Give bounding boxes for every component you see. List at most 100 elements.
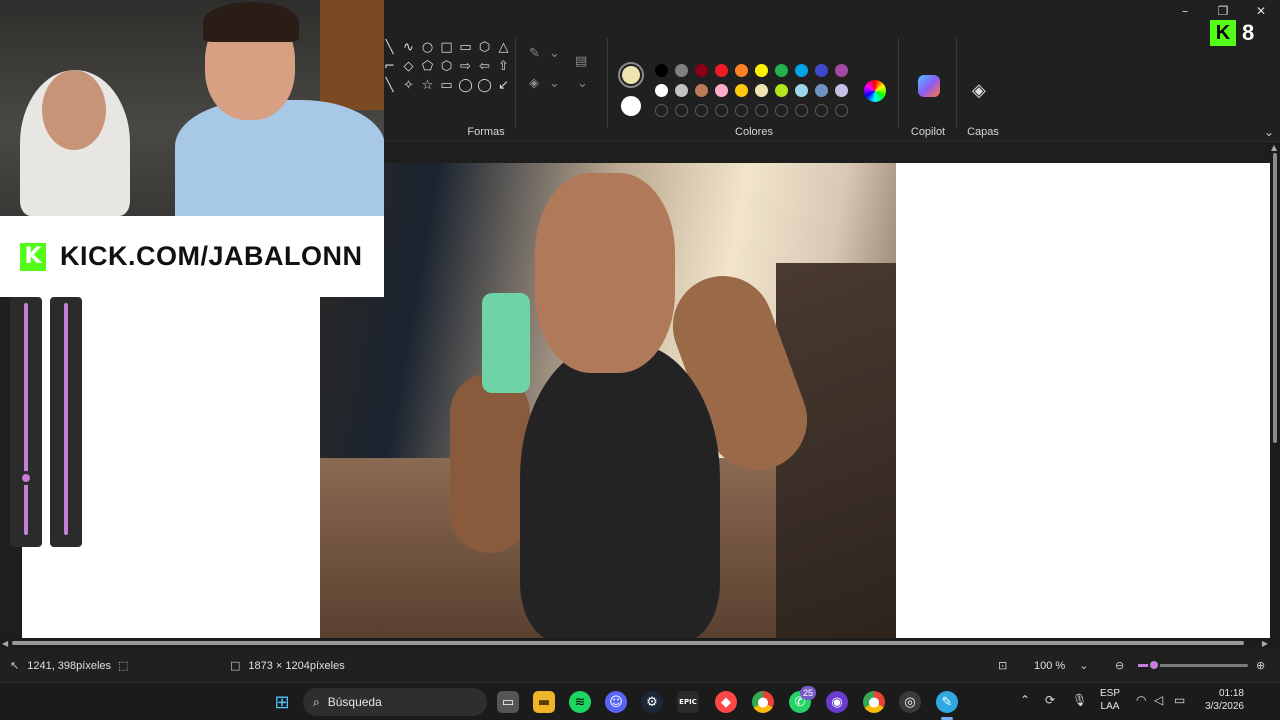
close-button[interactable]: ✕ — [1242, 0, 1280, 22]
custom-color-slot[interactable] — [775, 104, 788, 117]
color-swatch[interactable] — [795, 64, 808, 77]
color-swatch[interactable] — [655, 84, 668, 97]
zoom-dropdown[interactable]: 100 % ⌄ — [1034, 659, 1096, 672]
app-icon[interactable]: ◉ — [826, 691, 848, 713]
epic-games-icon[interactable]: EPIC — [677, 691, 699, 713]
custom-color-slot[interactable] — [835, 104, 848, 117]
chevron-down-icon[interactable]: ⌄ — [577, 76, 588, 91]
zoom-out-button[interactable]: ⊖ — [1115, 659, 1132, 672]
color-swatch[interactable] — [735, 64, 748, 77]
chevron-down-icon[interactable]: ⌄ — [549, 76, 560, 91]
color-swatch[interactable] — [755, 84, 768, 97]
windows-start-icon[interactable]: ⊞ — [271, 691, 293, 713]
zoom-in-icon[interactable]: ⊕ — [1256, 659, 1265, 672]
shape-item[interactable]: ⇨ — [456, 57, 475, 76]
shape-item[interactable]: ⬡ — [475, 38, 494, 57]
color-swatch[interactable] — [835, 64, 848, 77]
outline-icon[interactable]: ✎ — [529, 46, 540, 61]
spotify-icon[interactable]: ≋ — [569, 691, 591, 713]
fit-icon[interactable]: ⊡ — [998, 659, 1007, 672]
discord-icon[interactable]: ☺ — [605, 691, 627, 713]
shape-item[interactable]: ⇧ — [494, 57, 513, 76]
minimize-button[interactable]: – — [1166, 0, 1204, 22]
custom-color-slot[interactable] — [675, 104, 688, 117]
color-swatch[interactable] — [815, 64, 828, 77]
horizontal-scrollbar[interactable]: ◀ ▶ — [0, 638, 1270, 648]
custom-color-slot[interactable] — [695, 104, 708, 117]
custom-color-slot[interactable] — [795, 104, 808, 117]
zoom-slider[interactable] — [1138, 659, 1248, 671]
clock[interactable]: 01:18 3/3/2026 — [1198, 687, 1244, 713]
fit-to-window[interactable]: ⊡ — [998, 659, 1015, 672]
shape-item[interactable]: ☆ — [418, 76, 437, 95]
paint-icon[interactable]: ✎ — [936, 691, 958, 713]
color-swatch[interactable] — [835, 84, 848, 97]
restore-button[interactable]: ❐ — [1204, 0, 1242, 22]
zoom-out-icon[interactable]: ⊖ — [1115, 659, 1124, 672]
tray-overflow-icon[interactable]: ⌃ — [1020, 693, 1030, 707]
task-view-icon[interactable]: ▭ — [497, 691, 519, 713]
custom-color-slot[interactable] — [655, 104, 668, 117]
sync-icon[interactable]: ⟳ — [1045, 693, 1055, 707]
shape-item[interactable]: ∿ — [399, 38, 418, 57]
color-swatch[interactable] — [775, 64, 788, 77]
color-swatch[interactable] — [655, 64, 668, 77]
color-swatch[interactable] — [815, 84, 828, 97]
color-swatch[interactable] — [775, 84, 788, 97]
size-slider[interactable] — [10, 297, 42, 547]
language-indicator[interactable]: ESP LAA — [1100, 687, 1120, 713]
shape-item[interactable]: △ — [494, 38, 513, 57]
ribbon-expand-icon[interactable]: ⌄ — [1264, 125, 1274, 139]
shape-item[interactable]: ○ — [418, 38, 437, 57]
color-1-selector[interactable] — [618, 62, 644, 88]
taskbar-search[interactable]: ⌕ Búsqueda — [303, 688, 487, 716]
custom-color-slot[interactable] — [815, 104, 828, 117]
shape-item[interactable]: ▭ — [456, 38, 475, 57]
scroll-left-icon[interactable]: ◀ — [2, 639, 8, 648]
size-slider-thumb[interactable] — [19, 471, 33, 485]
color-swatch[interactable] — [755, 64, 768, 77]
chevron-down-icon[interactable]: ⌄ — [1079, 659, 1088, 672]
shape-item[interactable]: ▭ — [437, 76, 456, 95]
vertical-scroll-thumb[interactable] — [1273, 153, 1277, 443]
shape-item[interactable]: ⇦ — [475, 57, 494, 76]
pasted-photo[interactable] — [320, 163, 896, 638]
chrome-icon[interactable]: ● — [752, 691, 774, 713]
shape-item[interactable]: ◯ — [475, 76, 494, 95]
custom-color-slot[interactable] — [735, 104, 748, 117]
color-swatch[interactable] — [795, 84, 808, 97]
chrome-profile-icon[interactable]: ● — [863, 691, 885, 713]
fill-icon[interactable]: ◈ — [529, 76, 539, 91]
zoom-level[interactable]: 100 % — [1034, 660, 1065, 672]
wifi-icon[interactable]: ◠ — [1136, 693, 1146, 707]
custom-color-slot[interactable] — [755, 104, 768, 117]
zoom-in-button[interactable]: ⊕ — [1256, 659, 1273, 672]
chevron-down-icon[interactable]: ⌄ — [549, 46, 560, 61]
steam-icon[interactable]: ⚙ — [641, 691, 663, 713]
edit-colors-icon[interactable] — [864, 80, 886, 102]
shape-item[interactable]: ✧ — [399, 76, 418, 95]
color-2-selector[interactable] — [621, 96, 641, 116]
shape-item[interactable]: ⬠ — [418, 57, 437, 76]
shape-item[interactable]: □ — [437, 38, 456, 57]
custom-color-slot[interactable] — [715, 104, 728, 117]
color-swatch[interactable] — [735, 84, 748, 97]
color-swatch[interactable] — [715, 84, 728, 97]
shape-item[interactable]: ◇ — [399, 57, 418, 76]
opacity-slider[interactable] — [50, 297, 82, 547]
color-swatch[interactable] — [675, 84, 688, 97]
scroll-right-icon[interactable]: ▶ — [1262, 639, 1268, 648]
color-swatch[interactable] — [695, 64, 708, 77]
shape-item[interactable]: ⬡ — [437, 57, 456, 76]
zoom-slider-thumb[interactable] — [1148, 659, 1160, 671]
ea-icon[interactable]: ◆ — [715, 691, 737, 713]
copilot-icon[interactable] — [918, 75, 940, 97]
color-swatch[interactable] — [695, 84, 708, 97]
size-icon[interactable]: ▤ — [575, 54, 587, 69]
layers-icon[interactable]: ◈ — [972, 80, 986, 101]
shape-item[interactable]: ↙ — [494, 76, 513, 95]
microphone-icon[interactable]: 🎙 — [1072, 693, 1087, 707]
volume-icon[interactable]: ◁ — [1154, 693, 1163, 707]
scroll-up-icon[interactable]: ▲ — [1271, 143, 1277, 152]
obs-icon[interactable]: ◎ — [899, 691, 921, 713]
